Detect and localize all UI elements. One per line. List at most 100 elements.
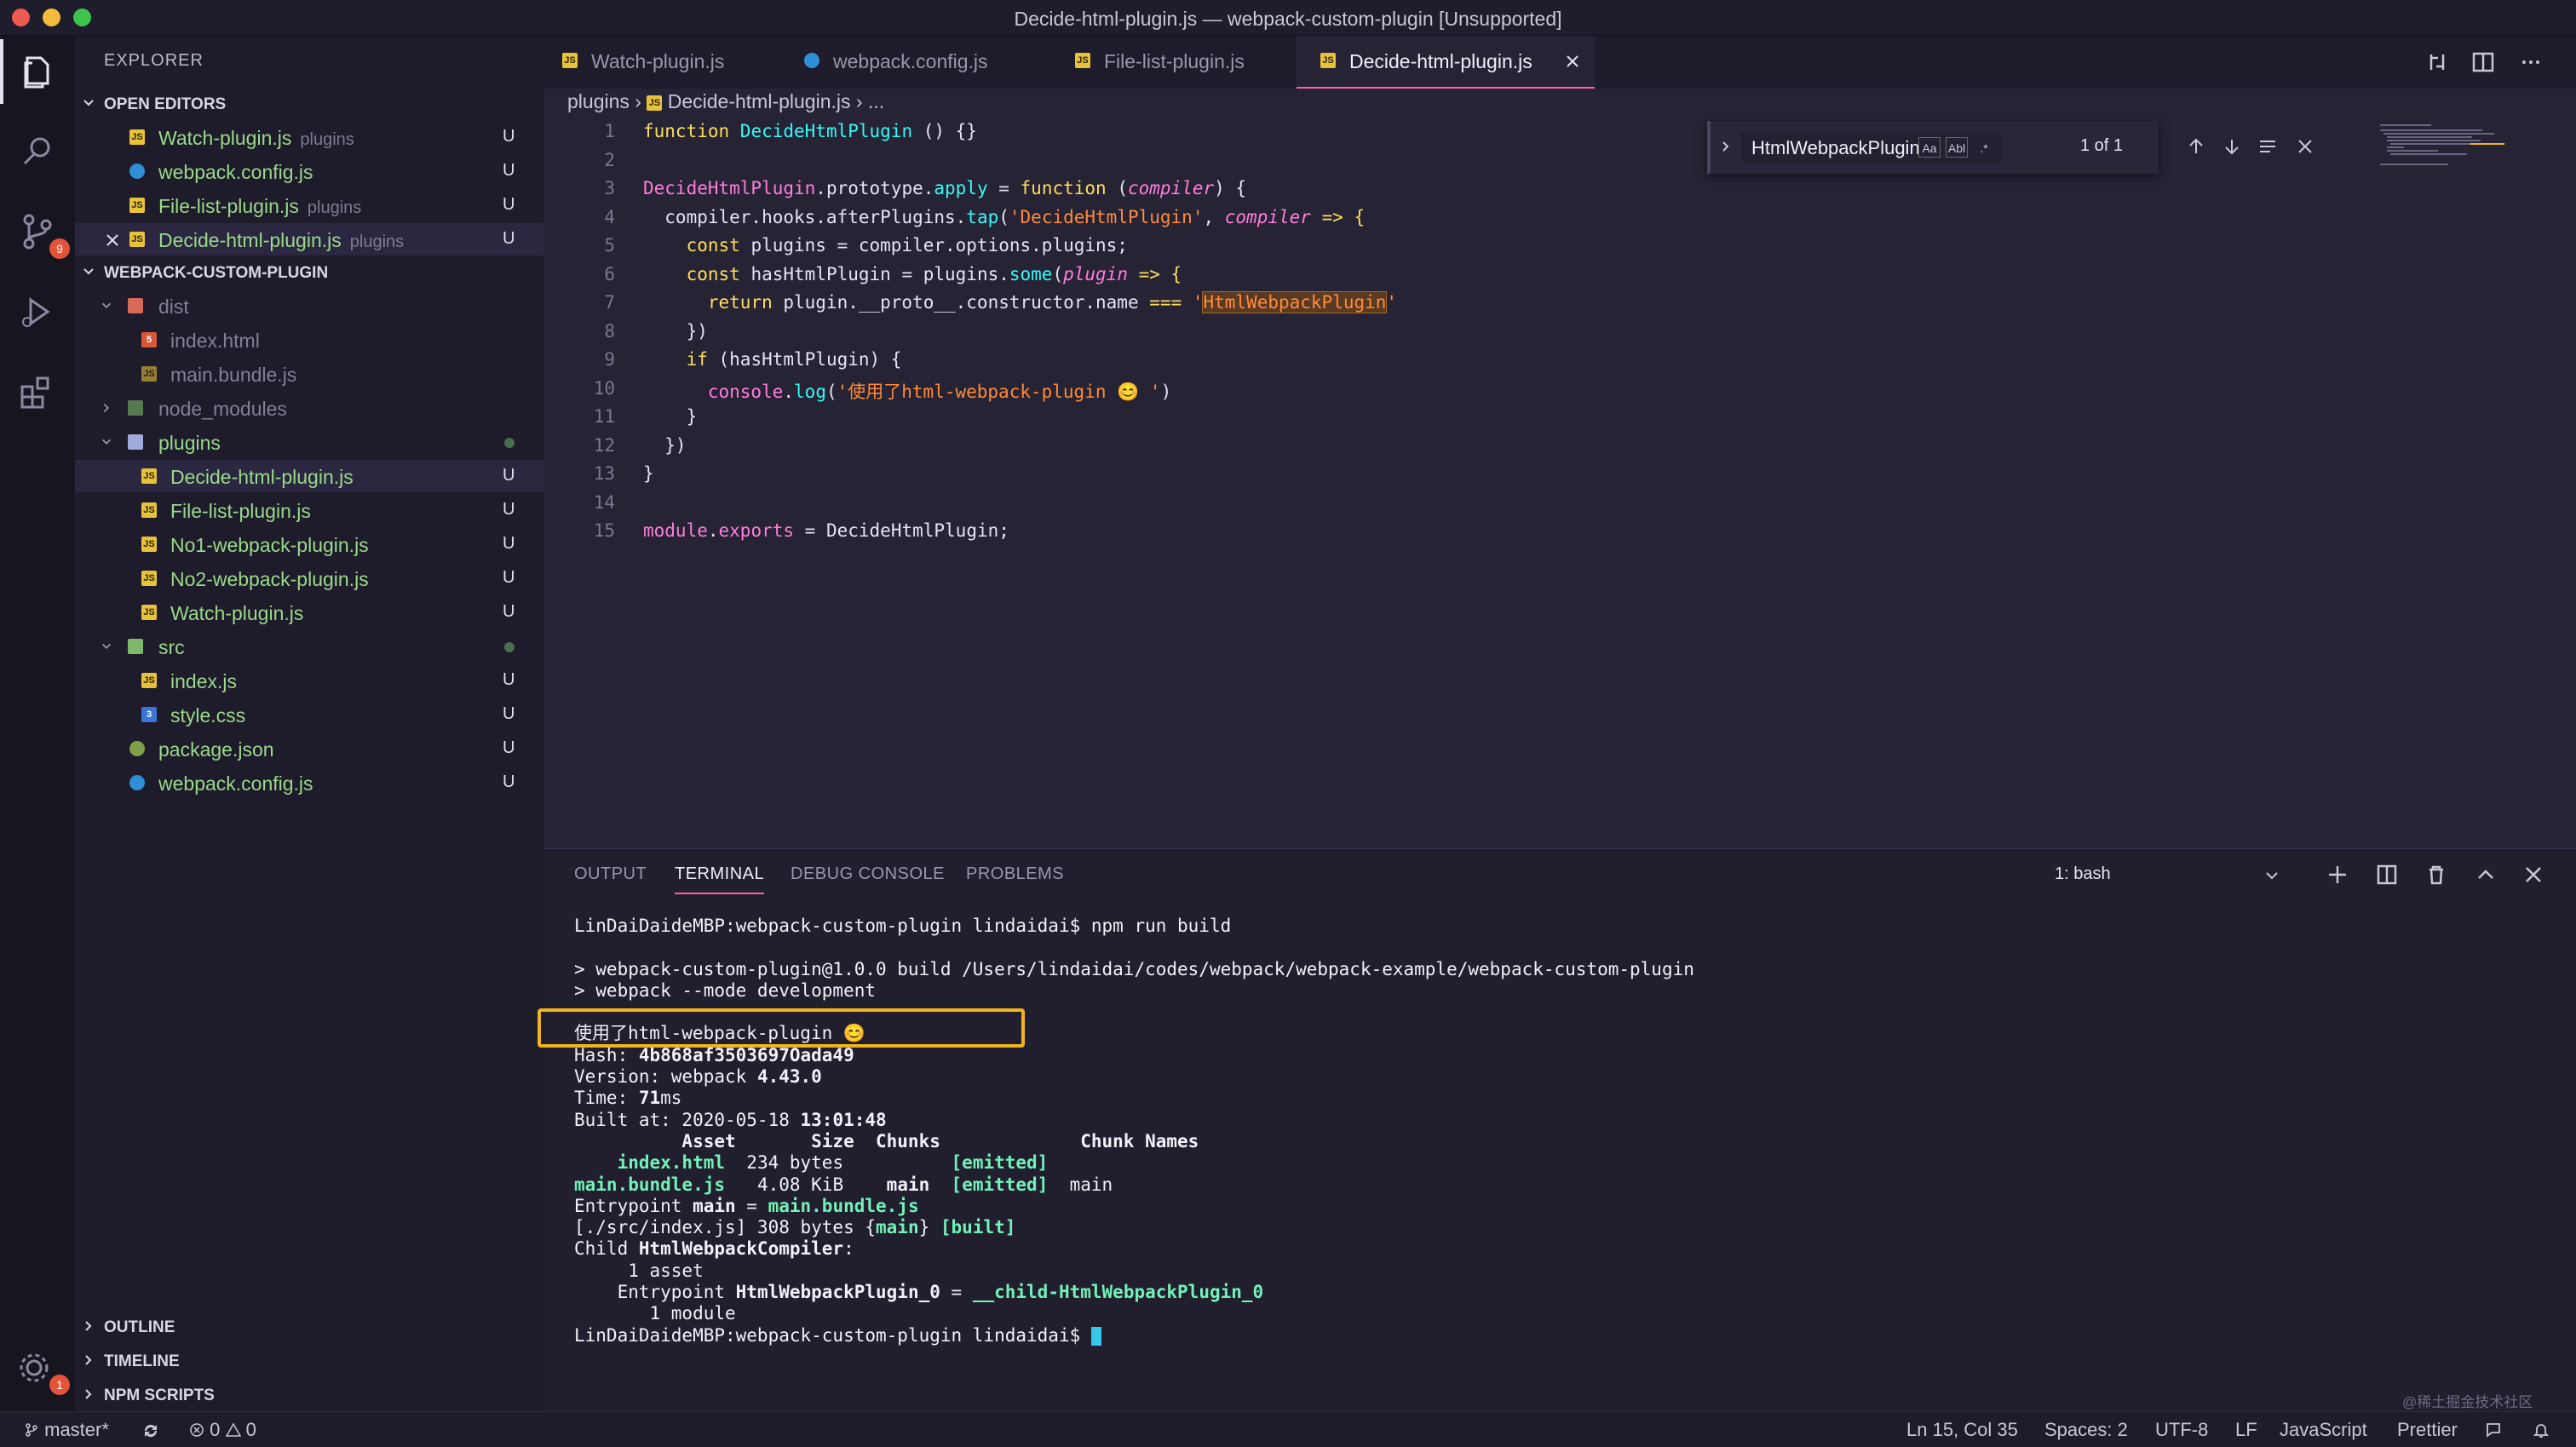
explorer-sidebar: EXPLORER OPEN EDITORS JS Watch-plugin.js…	[75, 36, 543, 1411]
tree-file[interactable]: 5 index.html	[75, 324, 543, 356]
breadcrumb-more[interactable]: ...	[868, 90, 884, 112]
open-editor-item-active[interactable]: JS Decide-html-plugin.js plugins U	[75, 223, 543, 256]
terminal-output[interactable]: LinDaiDaideMBP:webpack-custom-plugin lin…	[574, 916, 1694, 1347]
encoding[interactable]: UTF-8	[2155, 1419, 2208, 1441]
tab-file-list-plugin[interactable]: JS File-list-plugin.js	[1041, 36, 1297, 89]
find-widget: HtmlWebpackPlugin Aa Abl .* 1 of 1	[1707, 121, 2312, 174]
breadcrumb-folder[interactable]: plugins	[567, 90, 630, 112]
tree-file[interactable]: JS main.bundle.js	[75, 358, 543, 390]
breadcrumb-file[interactable]: Decide-html-plugin.js	[668, 90, 851, 112]
regex-toggle[interactable]: .*	[1973, 137, 1995, 158]
chevron-down-icon	[102, 439, 111, 445]
search-icon[interactable]	[14, 128, 61, 175]
close-panel-icon[interactable]	[2521, 863, 2545, 887]
code-line: console.log('使用了html-webpack-plugin 😊 ')	[707, 381, 1172, 402]
find-input[interactable]: HtmlWebpackPlugin Aa Abl .*	[1741, 132, 2002, 163]
terminal-line: Version: webpack 4.43.0	[574, 1066, 822, 1088]
tab-webpack-config[interactable]: webpack.config.js	[785, 36, 1041, 89]
terminal-line: [./src/index.js] 308 bytes {main} [built…	[574, 1217, 1016, 1238]
previous-match-arrow-up-icon[interactable]	[2186, 136, 2206, 157]
js-file-icon: JS	[141, 605, 157, 620]
tree-folder-node-modules[interactable]: node_modules	[75, 392, 543, 424]
tab-decide-html-plugin[interactable]: JS Decide-html-plugin.js	[1297, 36, 1595, 89]
close-icon[interactable]	[106, 233, 119, 247]
project-header[interactable]: WEBPACK-CUSTOM-PLUGIN	[75, 259, 543, 288]
outline-section[interactable]: OUTLINE	[75, 1313, 543, 1342]
find-in-selection-icon[interactable]	[2257, 136, 2278, 157]
tab-output[interactable]: OUTPUT	[574, 864, 647, 884]
split-terminal-icon[interactable]	[2375, 863, 2399, 887]
npm-scripts-section[interactable]: NPM SCRIPTS	[75, 1381, 543, 1410]
match-case-toggle[interactable]: Aa	[1918, 137, 1941, 158]
tree-file[interactable]: JS index.js U	[75, 664, 543, 697]
terminal-select[interactable]: 1: bash	[2055, 864, 2285, 884]
code-line: if (hasHtmlPlugin) {	[686, 349, 902, 370]
tree-file[interactable]: JS No1-webpack-plugin.js U	[75, 528, 543, 560]
js-file-icon: JS	[129, 129, 145, 145]
match-word-toggle[interactable]: Abl	[1946, 137, 1968, 158]
line-number: 12	[593, 434, 615, 456]
next-match-arrow-down-icon[interactable]	[2222, 136, 2242, 157]
tree-file[interactable]: 3 style.css U	[75, 698, 543, 731]
js-file-icon: JS	[129, 198, 145, 213]
trash-icon[interactable]	[2424, 863, 2448, 887]
tree-folder-plugins[interactable]: plugins	[75, 426, 543, 458]
notifications-bell-icon[interactable]	[2532, 1421, 2550, 1439]
toggle-replace-chevron-icon[interactable]	[1719, 140, 1733, 153]
open-changes-icon[interactable]	[2424, 49, 2450, 75]
git-branch[interactable]: master*	[24, 1419, 109, 1441]
terminal-line: LinDaiDaideMBP:webpack-custom-plugin lin…	[574, 916, 1232, 936]
tree-folder-src[interactable]: src	[75, 630, 543, 663]
tree-folder-dist[interactable]: dist	[75, 290, 543, 322]
tree-file-selected[interactable]: JS Decide-html-plugin.js U	[75, 460, 543, 492]
open-editor-item[interactable]: JS File-list-plugin.js plugins U	[75, 189, 543, 221]
open-editor-item[interactable]: webpack.config.js U	[75, 155, 543, 187]
maximize-panel-chevron-up-icon[interactable]	[2474, 863, 2498, 887]
js-file-icon: JS	[141, 502, 157, 518]
cursor-position[interactable]: Ln 15, Col 35	[1906, 1419, 2018, 1441]
explorer-icon[interactable]	[0, 39, 61, 104]
tab-problems[interactable]: PROBLEMS	[966, 864, 1064, 884]
indentation[interactable]: Spaces: 2	[2044, 1419, 2128, 1441]
html-file-icon: 5	[141, 332, 157, 347]
code-line: })	[643, 434, 687, 456]
feedback-icon[interactable]	[2484, 1421, 2503, 1439]
close-find-icon[interactable]	[2295, 136, 2315, 157]
timeline-section[interactable]: TIMELINE	[75, 1347, 543, 1376]
editor-tabs: JS Watch-plugin.js webpack.config.js JS …	[543, 36, 2576, 89]
terminal-line: Entrypoint main = main.bundle.js	[574, 1195, 919, 1216]
line-number: 8	[604, 320, 615, 342]
tree-file[interactable]: JS Watch-plugin.js U	[75, 596, 543, 629]
minimap[interactable]	[2377, 121, 2556, 172]
source-control-icon[interactable]: 9	[14, 208, 70, 259]
open-editor-item[interactable]: JS Watch-plugin.js plugins U	[75, 121, 543, 153]
formatter[interactable]: Prettier	[2397, 1419, 2458, 1441]
bottom-panel: OUTPUT TERMINAL DEBUG CONSOLE PROBLEMS 1…	[543, 848, 2576, 1411]
open-editors-header[interactable]: OPEN EDITORS	[75, 90, 543, 119]
problems-indicator[interactable]: 0 0	[189, 1419, 256, 1441]
tree-file[interactable]: package.json U	[75, 732, 543, 765]
scm-badge: 9	[49, 238, 70, 259]
more-actions-icon[interactable]	[2518, 49, 2544, 75]
warning-icon	[225, 1422, 241, 1437]
split-editor-icon[interactable]	[2470, 49, 2496, 75]
code-editor[interactable]: 1 function DecideHtmlPlugin () {} 2 3 Decide…	[543, 121, 2576, 847]
status-bar: master* 0 0 Ln 15, Col 35 Spaces: 2 UTF-…	[0, 1411, 2576, 1447]
run-debug-icon[interactable]	[14, 288, 61, 336]
line-ending[interactable]: LF	[2235, 1419, 2257, 1441]
language-mode[interactable]: JavaScript	[2280, 1419, 2367, 1441]
tab-debug-console[interactable]: DEBUG CONSOLE	[791, 864, 945, 884]
tree-file[interactable]: JS No2-webpack-plugin.js U	[75, 562, 543, 594]
tree-file[interactable]: JS File-list-plugin.js U	[75, 494, 543, 526]
line-number: 11	[593, 406, 615, 427]
settings-gear-icon[interactable]: 1	[14, 1344, 70, 1395]
new-terminal-plus-icon[interactable]	[2326, 863, 2349, 887]
tab-watch-plugin[interactable]: JS Watch-plugin.js	[543, 36, 785, 89]
tab-terminal[interactable]: TERMINAL	[675, 864, 765, 894]
terminal-line: Built at: 2020-05-18 13:01:48	[574, 1109, 887, 1130]
close-tab-icon[interactable]	[1566, 55, 1579, 68]
extensions-icon[interactable]	[14, 368, 61, 416]
code-line: DecideHtmlPlugin.prototype.apply = funct…	[643, 178, 1247, 198]
sync-icon[interactable]	[141, 1421, 160, 1440]
tree-file[interactable]: webpack.config.js U	[75, 767, 543, 799]
